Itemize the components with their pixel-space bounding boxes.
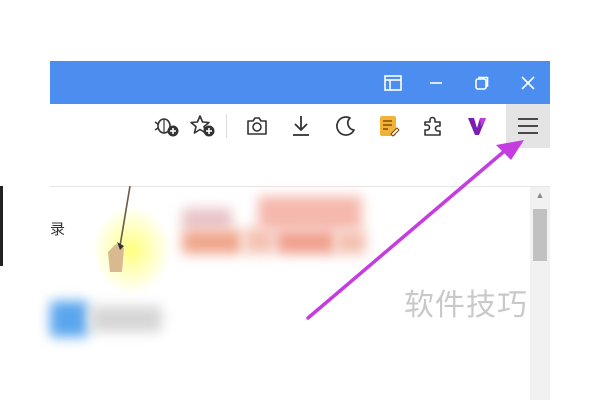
watermark: 软件技巧 [404, 288, 528, 323]
annotation-arrow [306, 140, 524, 320]
